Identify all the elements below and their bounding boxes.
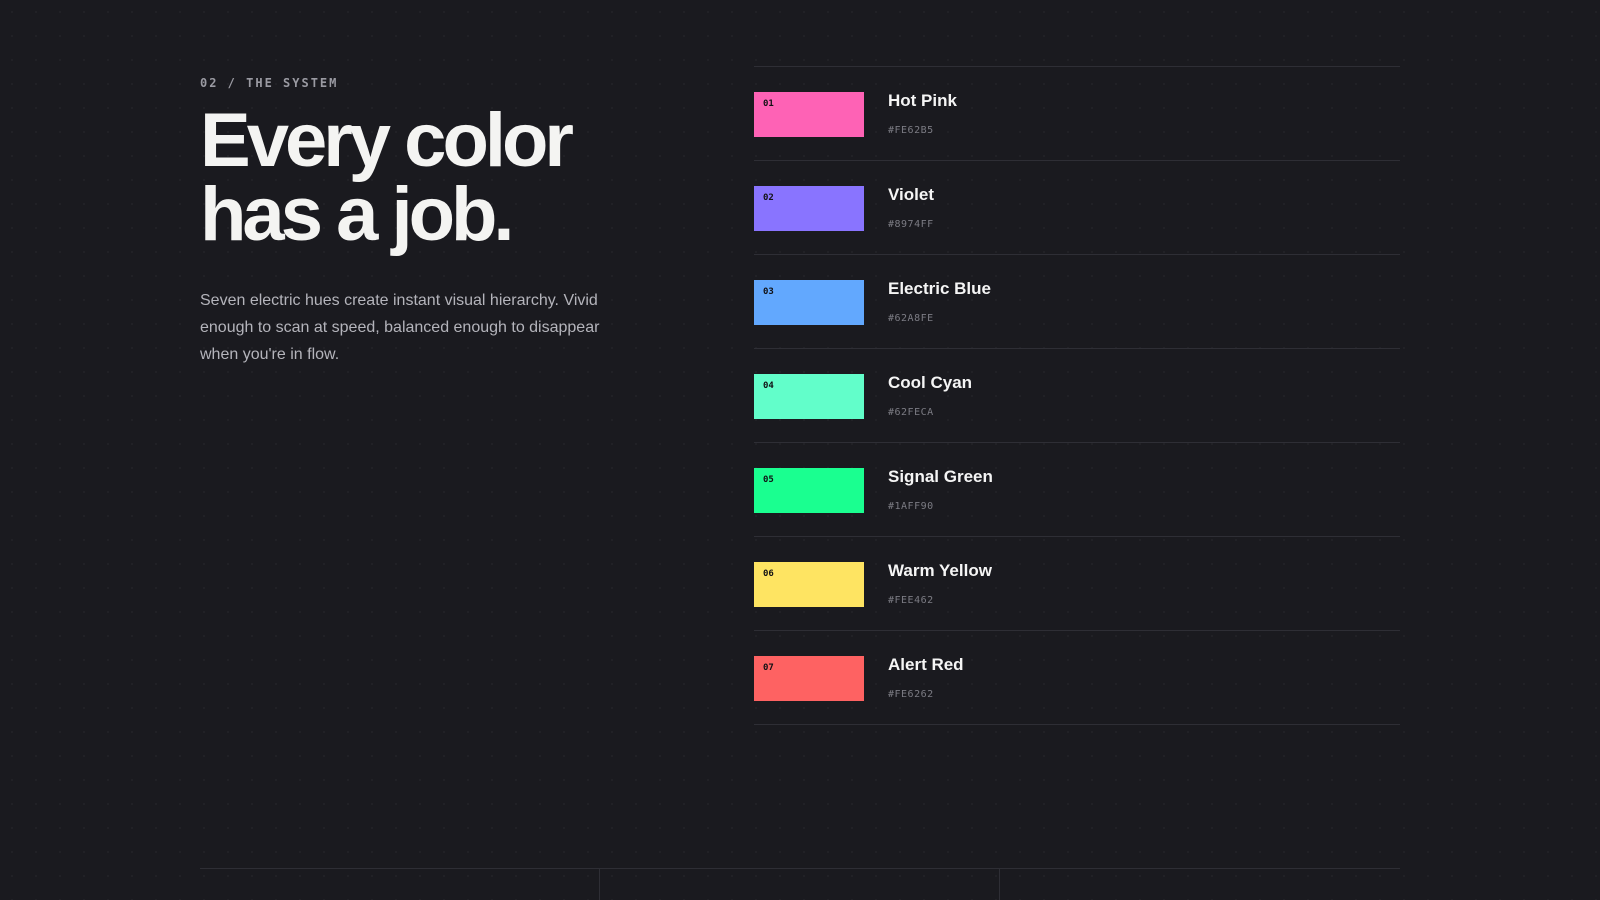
- page-title: Every color has a job.: [200, 98, 660, 257]
- swatch-number: 06: [763, 569, 774, 579]
- swatch-hex[interactable]: #62A8FE: [888, 313, 934, 324]
- swatch-hex[interactable]: #FE62B5: [888, 125, 934, 136]
- swatch-name: Alert Red: [888, 655, 964, 674]
- swatch-hex[interactable]: #62FECA: [888, 407, 934, 418]
- swatch-number: 01: [763, 99, 774, 109]
- footer-column-divider: [599, 869, 600, 900]
- swatch-name: Signal Green: [888, 467, 993, 486]
- color-swatch-list: 01 Hot Pink #FE62B5 02 Violet #8974FF 03…: [754, 66, 1400, 725]
- swatch-row-alert-red[interactable]: 07 Alert Red #FE6262: [754, 631, 1400, 725]
- footer-divider: [200, 868, 1400, 900]
- section-description: Seven electric hues create instant visua…: [200, 292, 600, 363]
- color-chip[interactable]: 01: [754, 92, 864, 137]
- color-chip[interactable]: 06: [754, 562, 864, 607]
- footer-column-divider: [999, 869, 1000, 900]
- swatch-hex[interactable]: #FE6262: [888, 689, 934, 700]
- swatch-number: 05: [763, 475, 774, 485]
- swatch-hex[interactable]: #8974FF: [888, 219, 934, 230]
- swatch-row-electric-blue[interactable]: 03 Electric Blue #62A8FE: [754, 255, 1400, 349]
- swatch-row-signal-green[interactable]: 05 Signal Green #1AFF90: [754, 443, 1400, 537]
- color-chip[interactable]: 05: [754, 468, 864, 513]
- swatch-number: 02: [763, 193, 774, 203]
- swatch-name: Hot Pink: [888, 91, 957, 110]
- swatch-row-warm-yellow[interactable]: 06 Warm Yellow #FEE462: [754, 537, 1400, 631]
- swatch-hex[interactable]: #FEE462: [888, 595, 934, 606]
- swatch-row-cool-cyan[interactable]: 04 Cool Cyan #62FECA: [754, 349, 1400, 443]
- color-chip[interactable]: 03: [754, 280, 864, 325]
- color-chip[interactable]: 02: [754, 186, 864, 231]
- swatch-hex[interactable]: #1AFF90: [888, 501, 934, 512]
- section-eyebrow: 02 / THE SYSTEM: [200, 76, 339, 90]
- swatch-row-violet[interactable]: 02 Violet #8974FF: [754, 161, 1400, 255]
- headline-line-1: Every color: [200, 98, 574, 183]
- swatch-number: 04: [763, 381, 774, 391]
- headline-line-2: has a job.: [200, 172, 515, 257]
- swatch-name: Electric Blue: [888, 279, 991, 298]
- swatch-row-hot-pink[interactable]: 01 Hot Pink #FE62B5: [754, 67, 1400, 161]
- swatch-name: Warm Yellow: [888, 561, 992, 580]
- swatch-number: 03: [763, 287, 774, 297]
- swatch-number: 07: [763, 663, 774, 673]
- color-chip[interactable]: 04: [754, 374, 864, 419]
- swatch-name: Cool Cyan: [888, 373, 973, 392]
- swatch-name: Violet: [888, 185, 934, 204]
- color-chip[interactable]: 07: [754, 656, 864, 701]
